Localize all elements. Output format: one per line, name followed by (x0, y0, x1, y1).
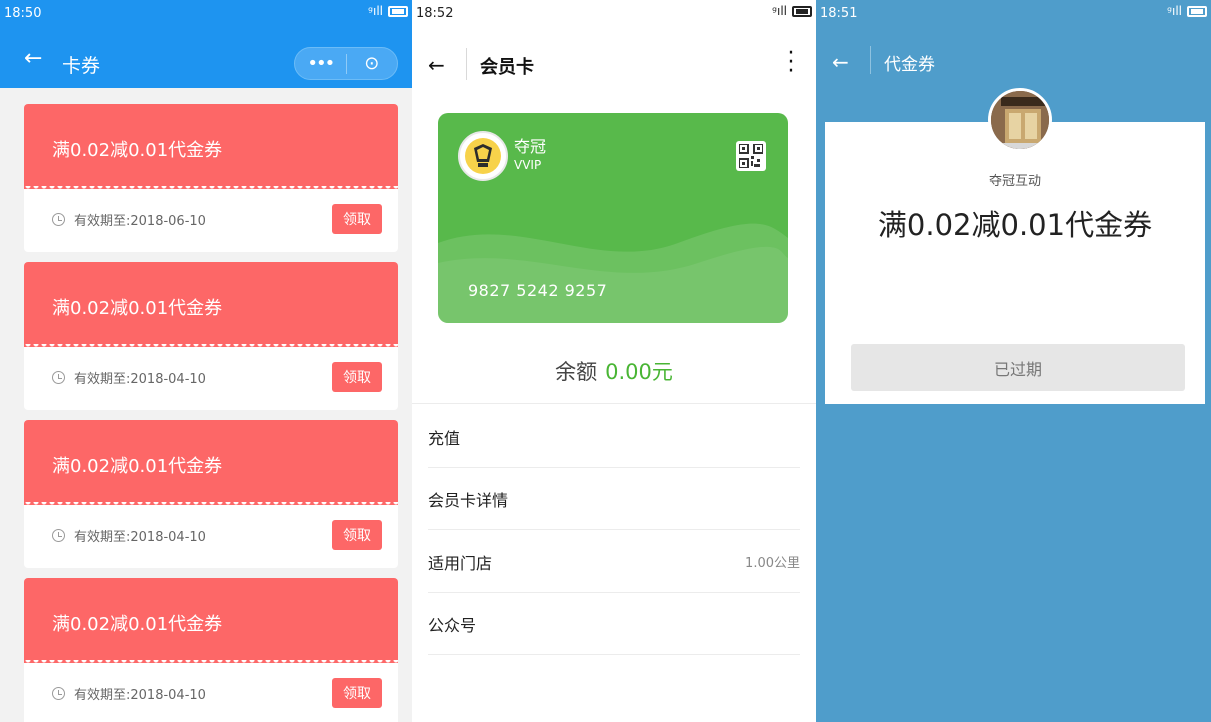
back-arrow-icon[interactable]: ← (428, 53, 445, 77)
status-icons: ᵍıll (1167, 4, 1207, 18)
coupon-expiry: 有效期至:2018-04-10 (74, 372, 206, 387)
menu-item-stores[interactable]: 适用门店 1.00公里 (428, 531, 800, 593)
qr-code-graphic (738, 143, 764, 169)
coupon-title: 满0.02减0.01代金券 (52, 140, 223, 161)
member-card[interactable]: 夺冠 VVIP 9827 5242 9257 (438, 113, 788, 323)
page-title: 代金券 (884, 55, 935, 75)
claim-button[interactable]: 领取 (332, 678, 382, 708)
card-wave-decoration (438, 223, 788, 323)
back-arrow-icon[interactable]: ← (24, 46, 42, 71)
menu-item-official-account[interactable]: 公众号 (428, 593, 800, 655)
expired-button[interactable]: 已过期 (851, 344, 1185, 391)
coupon-footer: 有效期至:2018-04-10 领取 (24, 663, 398, 722)
status-bar: 18:52 ᵍıll (412, 0, 816, 34)
card-number: 9827 5242 9257 (468, 281, 608, 300)
balance-value: 0.00元 (605, 360, 673, 384)
voucher-detail-screen: 18:51 ᵍıll ← 代金券 夺冠互动 满0.02减0.01代金券 已过期 (816, 0, 1211, 722)
status-time: 18:50 (4, 6, 42, 21)
voucher-title: 满0.02减0.01代金券 (877, 208, 1153, 242)
coupon-header: 满0.02减0.01代金券 (24, 420, 398, 508)
menu-item-label: 公众号 (428, 615, 477, 635)
store-logo-avatar (988, 88, 1052, 152)
balance-row: 余额 0.00元 (412, 356, 816, 386)
nav-divider (870, 46, 871, 74)
menu-item-label: 会员卡详情 (428, 490, 509, 510)
divider (412, 403, 816, 404)
more-vertical-icon[interactable]: · · · (786, 43, 796, 83)
claim-button[interactable]: 领取 (332, 520, 382, 550)
page-title: 会员卡 (480, 57, 534, 78)
status-bar: 18:50 ᵍıll (0, 0, 412, 34)
coupon-title: 满0.02减0.01代金券 (52, 456, 223, 477)
page-title: 卡券 (62, 55, 101, 77)
coupon-expiry: 有效期至:2018-06-10 (74, 214, 206, 229)
member-card-screen: 18:52 ᵍıll ← 会员卡 · · · 夺冠 VVIP 9827 5242… (412, 0, 816, 722)
brand-logo (458, 131, 508, 181)
coupon-card: 满0.02减0.01代金券 有效期至:2018-06-10 领取 (24, 104, 398, 252)
coupon-list-screen: 18:50 ᵍıll ← 卡券 ••• ⊙ 满0.02减0.01代金券 有效期至… (0, 0, 412, 722)
clock-icon (52, 529, 65, 542)
clock-icon (52, 213, 65, 226)
coupon-card: 满0.02减0.01代金券 有效期至:2018-04-10 领取 (24, 420, 398, 568)
claim-button[interactable]: 领取 (332, 362, 382, 392)
merchant-name: 夺冠互动 (988, 174, 1041, 189)
status-time: 18:52 (416, 6, 454, 21)
menu-item-card-details[interactable]: 会员卡详情 (428, 468, 800, 530)
battery-icon (388, 5, 408, 17)
coupon-header: 满0.02减0.01代金券 (24, 262, 398, 350)
clock-icon (52, 687, 65, 700)
menu-item-label: 适用门店 (428, 553, 493, 573)
store-distance: 1.00公里 (745, 556, 800, 571)
card-level: VVIP (514, 158, 542, 172)
coupon-footer: 有效期至:2018-04-10 领取 (24, 505, 398, 568)
coupon-footer: 有效期至:2018-06-10 领取 (24, 189, 398, 252)
signal-icon: ᵍıll (772, 4, 787, 18)
back-arrow-icon[interactable]: ← (832, 50, 849, 74)
status-icons: ᵍıll (368, 4, 408, 18)
battery-icon (1187, 5, 1207, 17)
close-target-icon[interactable]: ⊙ (346, 53, 397, 74)
coupon-title: 满0.02减0.01代金券 (52, 298, 223, 319)
claim-button[interactable]: 领取 (332, 204, 382, 234)
card-brand-name: 夺冠 (514, 137, 547, 156)
status-bar: 18:51 ᵍıll (816, 0, 1211, 34)
app-bar: 18:50 ᵍıll ← 卡券 ••• ⊙ (0, 0, 412, 88)
menu-item-recharge[interactable]: 充值 (428, 406, 800, 468)
trophy-logo-icon (465, 138, 501, 174)
coupon-header: 满0.02减0.01代金券 (24, 104, 398, 192)
voucher-panel: 夺冠互动 满0.02减0.01代金券 已过期 (825, 122, 1205, 404)
more-dots-icon[interactable]: ••• (295, 53, 346, 74)
coupon-footer: 有效期至:2018-04-10 领取 (24, 347, 398, 410)
coupon-card: 满0.02减0.01代金券 有效期至:2018-04-10 领取 (24, 262, 398, 410)
balance-label: 余额 (555, 360, 598, 384)
coupon-expiry: 有效期至:2018-04-10 (74, 530, 206, 545)
nav-divider (466, 48, 467, 80)
coupon-header: 满0.02减0.01代金券 (24, 578, 398, 666)
status-time: 18:51 (820, 6, 858, 21)
battery-icon (792, 5, 812, 17)
menu-item-label: 充值 (428, 428, 461, 448)
coupon-title: 满0.02减0.01代金券 (52, 614, 223, 635)
coupon-card: 满0.02减0.01代金券 有效期至:2018-04-10 领取 (24, 578, 398, 722)
mini-program-capsule: ••• ⊙ (294, 47, 398, 80)
status-icons: ᵍıll (772, 4, 812, 18)
signal-icon: ᵍıll (1167, 4, 1182, 18)
coupon-expiry: 有效期至:2018-04-10 (74, 688, 206, 703)
signal-icon: ᵍıll (368, 4, 383, 18)
qr-code-icon[interactable] (736, 141, 766, 171)
clock-icon (52, 371, 65, 384)
